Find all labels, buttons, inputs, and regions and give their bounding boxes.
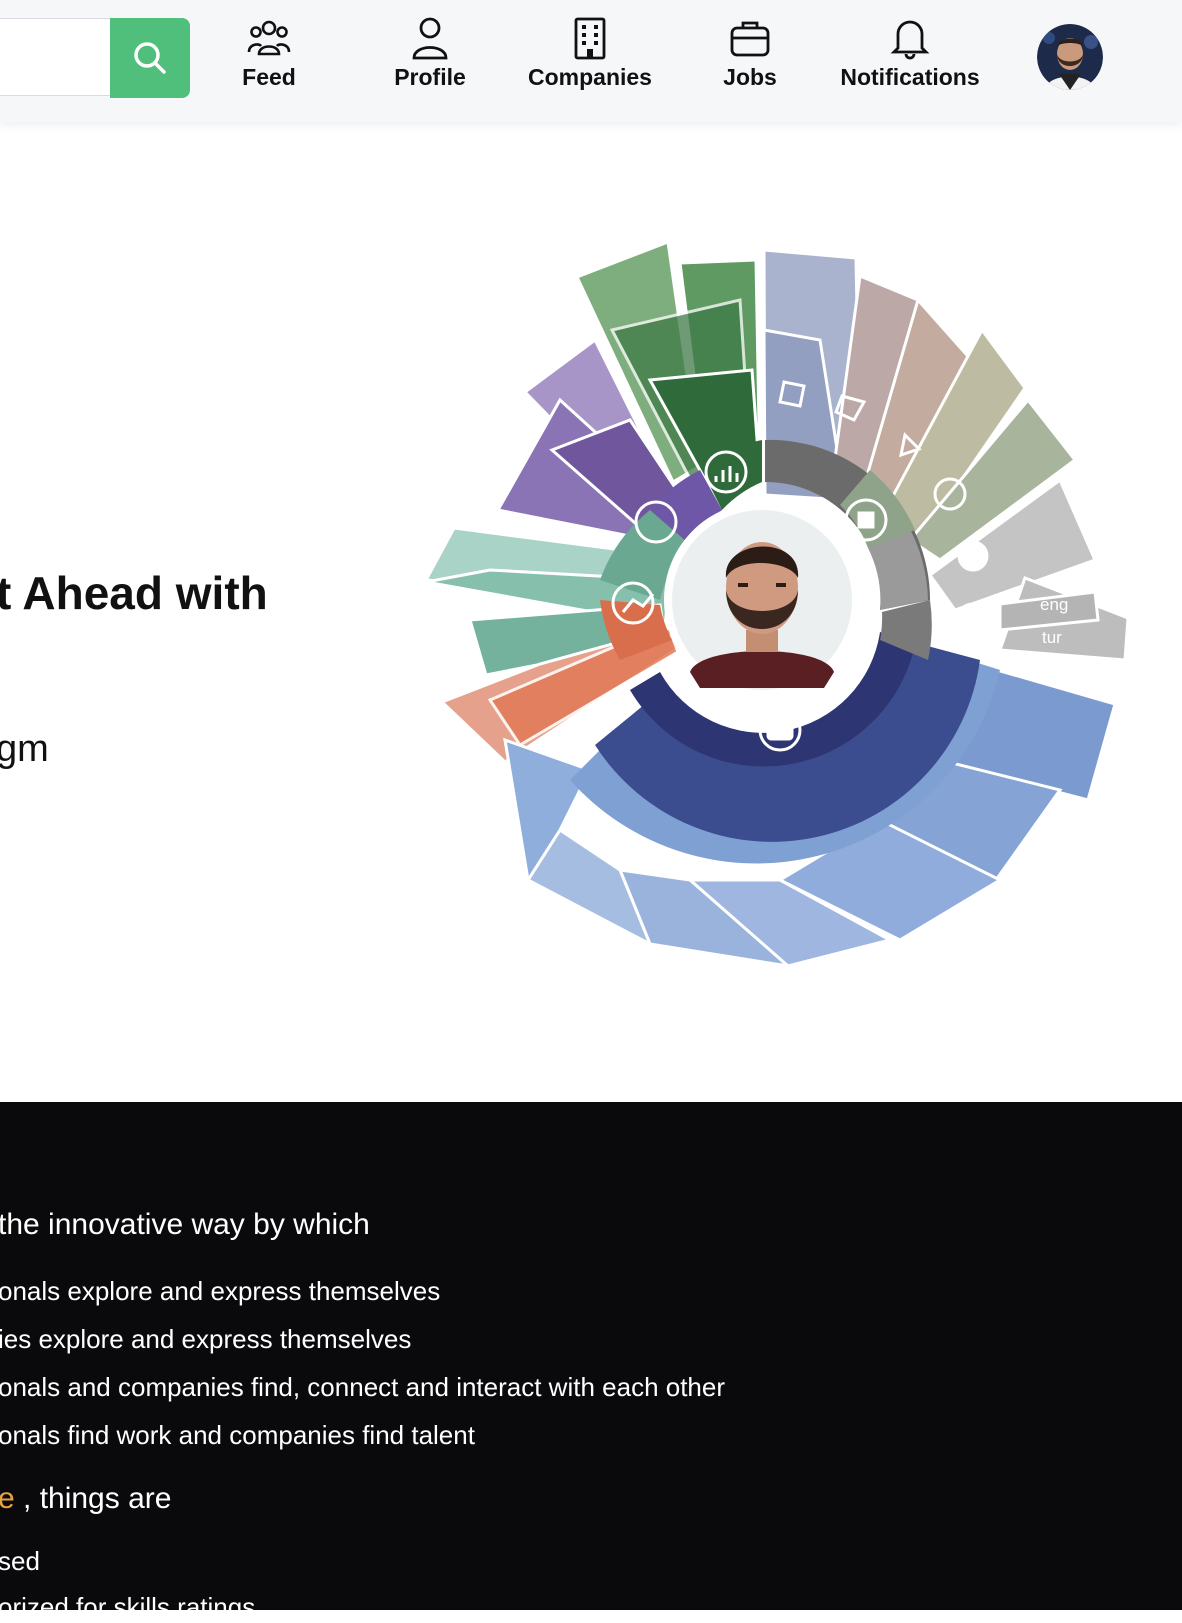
search-button[interactable] xyxy=(110,18,190,98)
about-item-2: ies explore and express themselves xyxy=(0,1324,412,1354)
nav-profile-label: Profile xyxy=(394,64,466,90)
hero-title: t Ahead with xyxy=(0,567,268,619)
nav-companies-label: Companies xyxy=(528,64,652,90)
nav-jobs-label: Jobs xyxy=(723,64,777,90)
nav-profile[interactable]: Profile xyxy=(345,16,515,100)
people-icon xyxy=(247,16,291,60)
globe-icon xyxy=(955,602,991,638)
about-lead-2-rest: , things are xyxy=(14,1482,172,1515)
sunburst-label-eng: eng xyxy=(1040,595,1068,614)
about-item-4: onals find work and companies find talen… xyxy=(0,1420,475,1450)
briefcase-icon xyxy=(728,16,772,60)
nav-notifications[interactable]: Notifications xyxy=(825,16,995,100)
building-icon xyxy=(568,16,612,60)
about-lead-2-accent: e xyxy=(0,1482,15,1515)
about-item-3: onals and companies find, connect and in… xyxy=(0,1372,726,1402)
sunburst-label-tur: tur xyxy=(1042,628,1062,647)
nav-jobs[interactable]: Jobs xyxy=(665,16,835,100)
user-avatar[interactable] xyxy=(1037,24,1103,90)
nav-feed[interactable]: Feed xyxy=(184,16,354,100)
skills-sunburst: eng tur xyxy=(423,239,1130,966)
hero-subtitle: gm xyxy=(0,728,49,770)
nav-notifications-label: Notifications xyxy=(840,64,980,90)
search-icon xyxy=(134,42,166,74)
about-lead-1: the innovative way by which xyxy=(0,1208,370,1241)
about-item-1: onals explore and express themselves xyxy=(0,1276,441,1306)
about-item-5: sed xyxy=(0,1546,40,1576)
nav-companies[interactable]: Companies xyxy=(505,16,675,100)
bell-icon xyxy=(888,16,932,60)
top-navigation-bar: Feed Profile Companies Jobs Notification… xyxy=(0,0,1182,122)
user-icon xyxy=(408,16,452,60)
about-item-6: orized for skills ratings xyxy=(0,1592,256,1622)
about-section: the innovative way by which onals explor… xyxy=(0,1102,1182,1622)
gear-badge-icon xyxy=(957,540,989,572)
search-input[interactable] xyxy=(0,18,110,96)
about-lead-2: e , things are xyxy=(0,1482,171,1516)
nav-feed-label: Feed xyxy=(242,64,296,90)
